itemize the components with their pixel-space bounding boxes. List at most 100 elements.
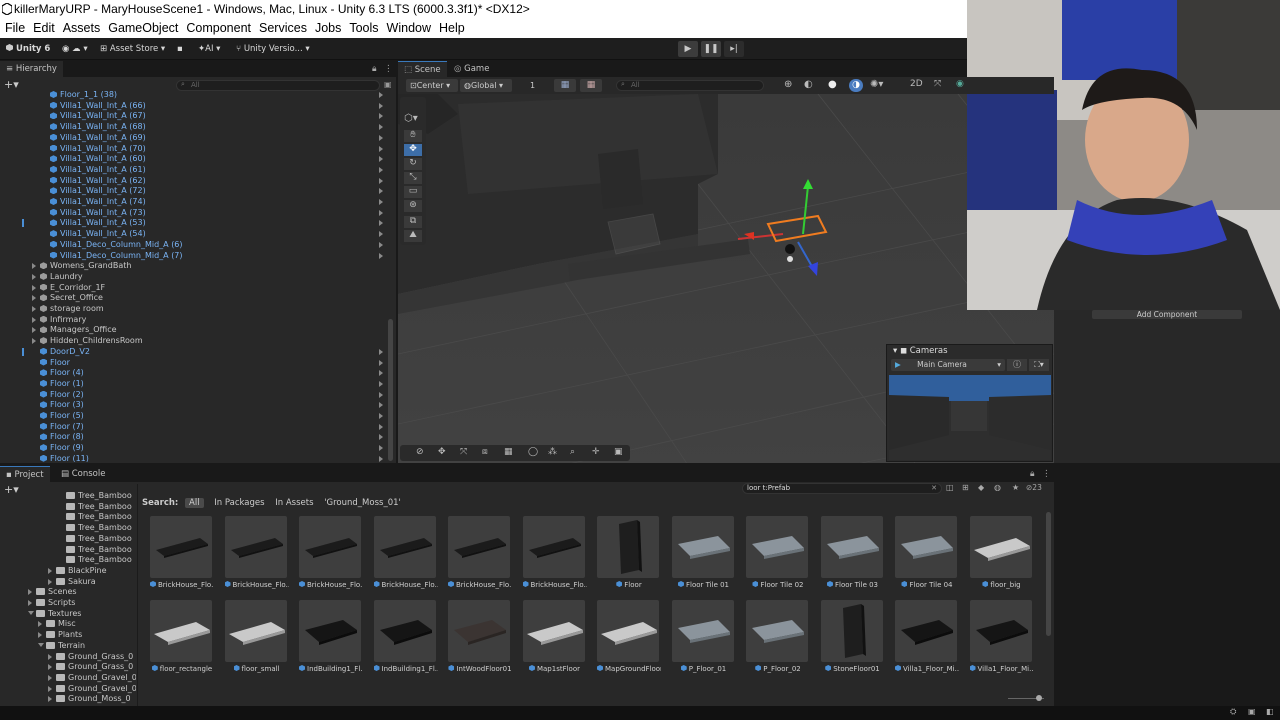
asset-item[interactable]: IndBuilding1_Fl...	[373, 600, 438, 673]
hierarchy-item[interactable]: Villa1_Wall_Int_A (69)	[50, 133, 340, 144]
open-prefab-arrow-icon[interactable]	[379, 359, 383, 366]
open-prefab-arrow-icon[interactable]	[379, 166, 383, 173]
asset-item[interactable]: Villa1_Floor_Mi...	[969, 600, 1034, 673]
overlay-tool-7-icon[interactable]: ⁂	[548, 447, 557, 457]
status-icon-1[interactable]: ⛭	[1230, 707, 1236, 717]
folder-item[interactable]: Scenes	[28, 587, 77, 598]
asset-item[interactable]: floor_rectangle	[150, 600, 214, 673]
camera-frame-icon[interactable]: ⛶▾	[1029, 359, 1049, 371]
open-prefab-arrow-icon[interactable]	[379, 145, 383, 152]
foldout-arrow-icon[interactable]	[32, 263, 36, 270]
open-prefab-arrow-icon[interactable]	[379, 241, 383, 248]
folder-item[interactable]: Misc	[38, 619, 76, 630]
folder-foldout-icon[interactable]	[38, 632, 42, 639]
open-prefab-arrow-icon[interactable]	[379, 188, 383, 195]
hierarchy-item[interactable]: Managers_Office	[32, 325, 340, 336]
menu-assets[interactable]: Assets	[63, 21, 101, 35]
open-prefab-arrow-icon[interactable]	[379, 380, 383, 387]
camera-select-dropdown[interactable]: ▶ Main Camera ▾	[891, 359, 1005, 371]
foldout-arrow-icon[interactable]	[32, 295, 36, 302]
hierarchy-item[interactable]: DoorD_V2	[40, 347, 340, 358]
hierarchy-item[interactable]: Villa1_Wall_Int_A (73)	[50, 208, 340, 219]
folder-item[interactable]: Ground_Gravel_0	[48, 673, 136, 684]
foldout-arrow-icon[interactable]	[32, 316, 36, 323]
hierarchy-item[interactable]: Floor (4)	[40, 368, 340, 379]
favorite-star-icon[interactable]: ★	[1012, 483, 1019, 492]
asset-item[interactable]: IntWoodFloor01	[448, 600, 512, 673]
open-prefab-arrow-icon[interactable]	[379, 370, 383, 377]
grid-snap-value[interactable]: 1	[518, 79, 548, 92]
gizmos-icon[interactable]: ◉	[956, 79, 964, 89]
folder-item[interactable]: Sakura	[48, 577, 96, 588]
hierarchy-item[interactable]: Secret_Office	[32, 293, 340, 304]
shading-wireframe-icon[interactable]: ◐	[804, 79, 813, 90]
asset-item[interactable]: Floor Tile 04	[895, 516, 959, 589]
hierarchy-item[interactable]: Floor (7)	[40, 422, 340, 433]
tab-game[interactable]: ◎ Game	[448, 61, 495, 77]
open-prefab-arrow-icon[interactable]	[379, 199, 383, 205]
hierarchy-item[interactable]: Villa1_Wall_Int_A (53)	[50, 218, 340, 229]
folder-foldout-icon[interactable]	[48, 578, 52, 585]
open-prefab-arrow-icon[interactable]	[379, 102, 383, 109]
hierarchy-item[interactable]: Villa1_Wall_Int_A (61)	[50, 165, 340, 176]
asset-item[interactable]: Villa1_Floor_Mi...	[895, 600, 959, 673]
transform-tool-icon[interactable]: ⊛	[404, 200, 422, 212]
ai-button[interactable]: ✦AI ▾	[198, 42, 220, 56]
folder-foldout-icon[interactable]	[48, 653, 52, 660]
hierarchy-item[interactable]: Hidden_ChildrensRoom	[32, 336, 340, 347]
hierarchy-item[interactable]: Villa1_Wall_Int_A (54)	[50, 229, 340, 240]
open-prefab-arrow-icon[interactable]	[379, 113, 383, 120]
overlay-tool-4-icon[interactable]: ⧈	[482, 447, 488, 457]
folder-item[interactable]: Tree_Bamboo	[66, 534, 132, 545]
asset-item[interactable]: StoneFloor01	[820, 600, 885, 673]
folder-foldout-icon[interactable]	[28, 610, 34, 615]
open-prefab-arrow-icon[interactable]	[379, 434, 383, 441]
rotate-tool-icon[interactable]: ↻	[404, 158, 422, 170]
add-component-button[interactable]: Add Component	[1092, 310, 1242, 319]
asset-item[interactable]: Map1stFloor	[522, 600, 587, 673]
hierarchy-item[interactable]: Villa1_Wall_Int_A (74)	[50, 197, 340, 208]
hierarchy-filter-icon[interactable]: ▣	[384, 80, 392, 89]
asset-item[interactable]: MapGroundFloor	[597, 600, 661, 673]
hierarchy-item[interactable]: Villa1_Wall_Int_A (67)	[50, 111, 340, 122]
hierarchy-item[interactable]: Villa1_Wall_Int_A (66)	[50, 101, 340, 112]
tab-scene[interactable]: ⬚ Scene	[398, 61, 447, 77]
project-lock-icon[interactable]: 🔒︎	[1030, 467, 1035, 481]
menu-tools[interactable]: Tools	[349, 21, 378, 35]
open-prefab-arrow-icon[interactable]	[379, 391, 383, 398]
open-prefab-arrow-icon[interactable]	[379, 402, 383, 409]
open-prefab-arrow-icon[interactable]	[379, 220, 383, 227]
package-icon[interactable]: ▪	[177, 42, 183, 56]
hierarchy-item[interactable]: Villa1_Wall_Int_A (70)	[50, 144, 340, 155]
move-tool-icon[interactable]: ✥	[404, 144, 422, 156]
label-icon[interactable]: ◆	[978, 483, 984, 492]
space-dropdown[interactable]: ◍Global ▾	[460, 79, 512, 92]
hierarchy-item[interactable]: Villa1_Wall_Int_A (68)	[50, 122, 340, 133]
open-prefab-arrow-icon[interactable]	[379, 252, 383, 259]
menu-file[interactable]: File	[5, 21, 25, 35]
camera-info-icon[interactable]: ⓘ	[1007, 359, 1027, 371]
visibility-icon[interactable]: ◍	[994, 483, 1001, 492]
overlay-tool-3-icon[interactable]: ⤧	[460, 447, 467, 457]
hierarchy-item[interactable]: Floor (11)	[40, 454, 340, 462]
pivot-dropdown[interactable]: ⊡Center ▾	[406, 79, 458, 92]
folder-foldout-icon[interactable]	[38, 642, 44, 647]
folder-item[interactable]: Tree_Bamboo	[66, 545, 132, 556]
step-button[interactable]: ▸|	[724, 41, 744, 57]
asset-item[interactable]: P_Floor_02	[746, 600, 810, 673]
open-prefab-arrow-icon[interactable]	[379, 156, 383, 163]
audio-toggle-icon[interactable]: ⤧	[934, 79, 941, 89]
asset-item[interactable]: floor_small	[224, 600, 289, 673]
asset-item[interactable]: IndBuilding1_Fl...	[299, 600, 363, 673]
folder-foldout-icon[interactable]	[28, 600, 32, 606]
asset-item[interactable]: Floor	[597, 516, 661, 589]
asset-item[interactable]: BrickHouse_Flo...	[522, 516, 587, 589]
scene-search-input[interactable]: ⌕ All	[616, 80, 764, 91]
folder-item[interactable]: Tree_Bamboo	[66, 555, 132, 566]
clear-search-icon[interactable]: ✕	[931, 484, 937, 492]
folder-item[interactable]: Tree_Bamboo	[66, 491, 132, 502]
folder-foldout-icon[interactable]	[48, 674, 52, 681]
folder-item[interactable]: Tree_Bamboo	[66, 523, 132, 534]
folder-foldout-icon[interactable]	[48, 664, 52, 671]
menu-services[interactable]: Services	[259, 21, 307, 35]
